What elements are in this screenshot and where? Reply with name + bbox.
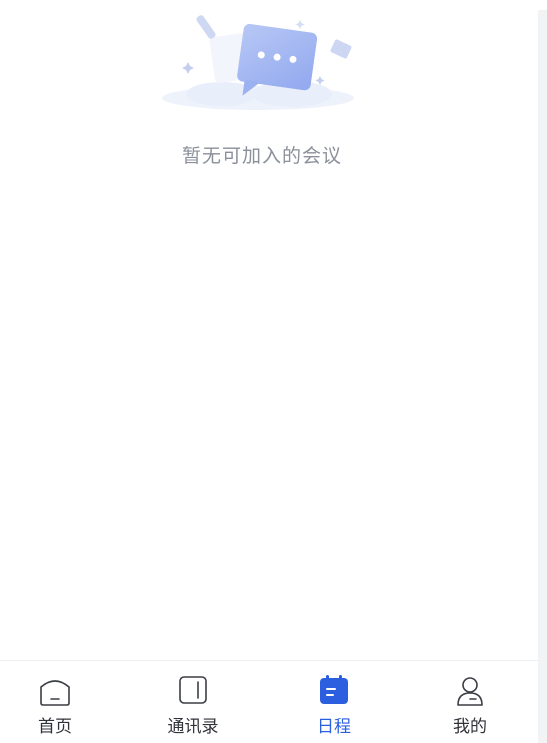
empty-chat-illustration	[152, 6, 364, 118]
home-icon	[37, 673, 73, 707]
contacts-icon	[175, 673, 211, 707]
tab-home[interactable]: 首页	[0, 661, 110, 743]
tab-home-label: 首页	[38, 717, 72, 737]
meeting-list-area: 暂无可加入的会议	[0, 0, 538, 660]
calendar-icon	[316, 673, 352, 707]
tab-schedule-label: 日程	[317, 717, 351, 737]
app-screen: 暂无可加入的会议 首页 通讯录 日程 我的	[0, 0, 547, 743]
tab-mine[interactable]: 我的	[415, 661, 525, 743]
tab-contacts[interactable]: 通讯录	[138, 661, 248, 743]
profile-icon	[452, 673, 488, 707]
scrollbar[interactable]	[538, 10, 547, 743]
tab-mine-label: 我的	[453, 717, 487, 737]
tab-schedule[interactable]: 日程	[279, 661, 389, 743]
tab-contacts-label: 通讯录	[167, 717, 219, 737]
bottom-tab-bar: 首页 通讯录 日程 我的	[0, 660, 538, 743]
empty-state-message: 暂无可加入的会议	[181, 145, 342, 167]
